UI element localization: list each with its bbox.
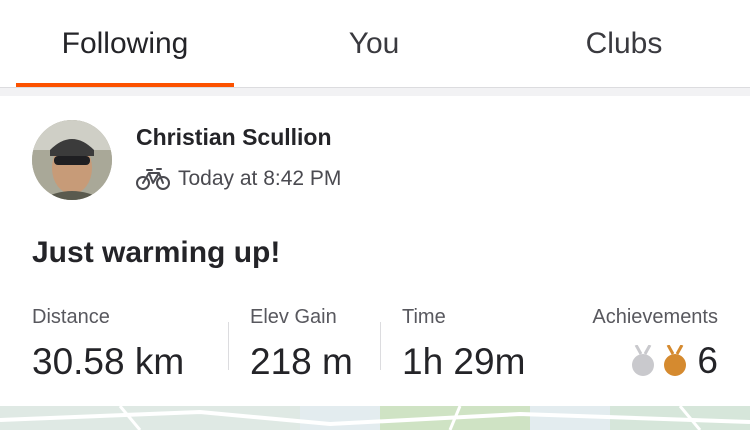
stat-divider	[380, 322, 381, 370]
stat-achievements: Achievements 6	[592, 306, 718, 383]
feed-separator	[0, 88, 750, 96]
map-image	[0, 406, 750, 430]
feed-tab-bar: Following You Clubs	[0, 0, 750, 88]
stat-distance: Distance 30.58 km	[32, 306, 184, 383]
activity-card[interactable]: Christian Scullion Today at 8:42 PM Just…	[0, 96, 750, 406]
bronze-medal-icon	[664, 345, 687, 376]
stat-label: Distance	[32, 306, 110, 328]
activity-map-preview[interactable]	[0, 406, 750, 430]
stat-value: 218 m	[250, 341, 353, 382]
achievements-row: 6	[592, 339, 718, 383]
athlete-avatar[interactable]	[32, 120, 112, 200]
active-tab-indicator	[16, 83, 234, 87]
bike-icon	[136, 168, 170, 190]
athlete-name[interactable]: Christian Scullion	[136, 124, 332, 151]
stat-time: Time 1h 29m	[402, 306, 525, 383]
achievements-count: 6	[697, 340, 718, 381]
stat-elev-gain: Elev Gain 218 m	[250, 306, 353, 383]
activity-title[interactable]: Just warming up!	[32, 236, 280, 270]
stat-label: Elev Gain	[250, 306, 337, 328]
activity-timestamp: Today at 8:42 PM	[178, 167, 342, 190]
tab-following[interactable]: Following	[16, 0, 234, 88]
stat-label: Time	[402, 306, 446, 328]
tab-clubs[interactable]: Clubs	[520, 0, 728, 88]
silver-medal-icon	[632, 345, 655, 376]
stat-value: 30.58 km	[32, 341, 185, 382]
avatar-image	[32, 120, 112, 200]
activity-meta: Today at 8:42 PM	[136, 166, 341, 192]
achievements-label: Achievements	[592, 306, 718, 328]
stat-value: 1h 29m	[402, 341, 526, 382]
tab-you[interactable]: You	[280, 0, 468, 88]
stat-divider	[228, 322, 229, 370]
